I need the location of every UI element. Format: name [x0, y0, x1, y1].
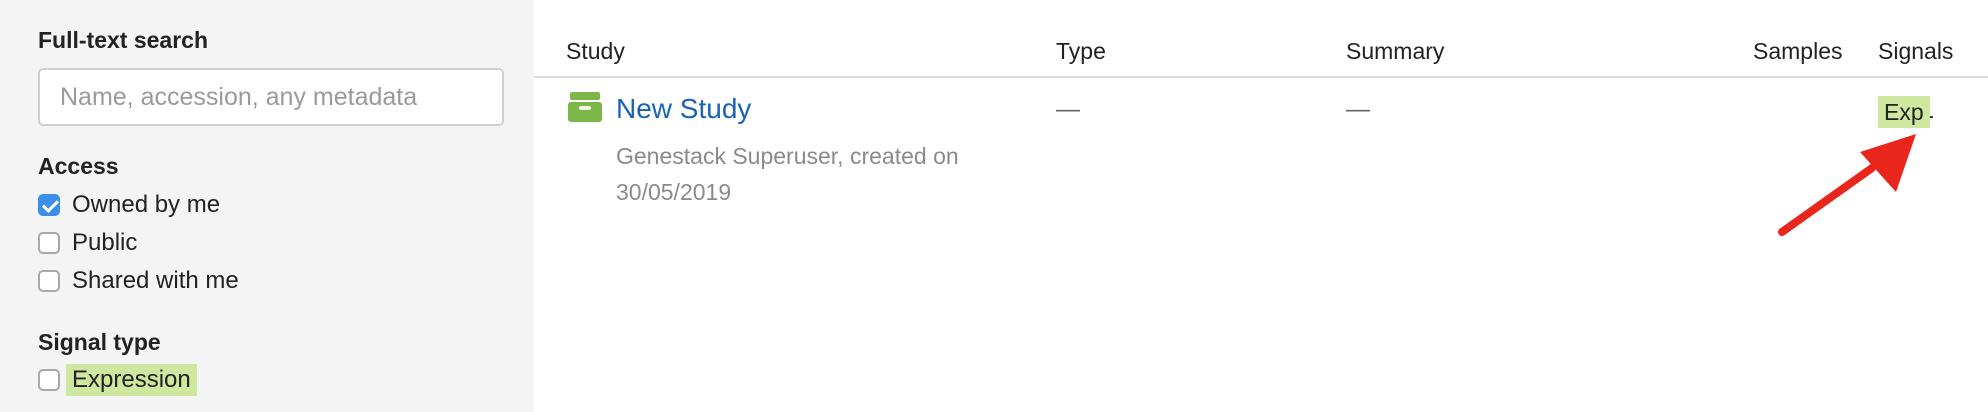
- shared-with-me-label: Shared with me: [72, 267, 239, 294]
- public-label: Public: [72, 229, 138, 256]
- study-type-value: —: [1056, 96, 1080, 123]
- column-header-summary[interactable]: Summary: [1346, 38, 1444, 65]
- search-section-title: Full-text search: [38, 27, 208, 53]
- expression-checkbox[interactable]: [38, 369, 60, 391]
- study-created-date: 30/05/2019: [616, 179, 732, 205]
- owned-by-me-checkbox[interactable]: [38, 194, 60, 216]
- signal-badge-expression[interactable]: Exp: [1878, 96, 1930, 128]
- expression-label: Expression: [66, 364, 197, 396]
- owned-by-me-label: Owned by me: [72, 191, 221, 218]
- study-title-link[interactable]: New Study: [616, 93, 751, 125]
- access-option-shared-with-me[interactable]: Shared with me: [38, 266, 239, 296]
- filter-sidebar: Full-text search Access Owned by me Publ…: [0, 0, 534, 412]
- access-section-title: Access: [38, 153, 119, 179]
- access-option-owned-by-me[interactable]: Owned by me: [38, 190, 220, 220]
- column-header-study[interactable]: Study: [566, 38, 625, 65]
- study-author-created: Genestack Superuser, created on: [616, 143, 959, 169]
- public-checkbox[interactable]: [38, 232, 60, 254]
- signal-type-section-title: Signal type: [38, 329, 161, 355]
- signal-option-expression[interactable]: Expression: [38, 364, 197, 396]
- access-option-public[interactable]: Public: [38, 228, 137, 258]
- shared-with-me-checkbox[interactable]: [38, 270, 60, 292]
- column-header-type[interactable]: Type: [1056, 38, 1106, 65]
- studies-table: Study Type Summary Samples Signals New S…: [534, 0, 1988, 412]
- column-header-samples[interactable]: Samples: [1753, 38, 1842, 65]
- search-input[interactable]: [38, 68, 504, 126]
- table-header: Study Type Summary Samples Signals: [534, 0, 1988, 78]
- archive-box-icon: [568, 92, 602, 122]
- study-summary-value: —: [1346, 96, 1370, 123]
- red-arrow-icon: [1778, 134, 1916, 236]
- study-meta: Genestack Superuser, created on 30/05/20…: [616, 138, 1036, 210]
- column-header-signals[interactable]: Signals: [1878, 38, 1953, 65]
